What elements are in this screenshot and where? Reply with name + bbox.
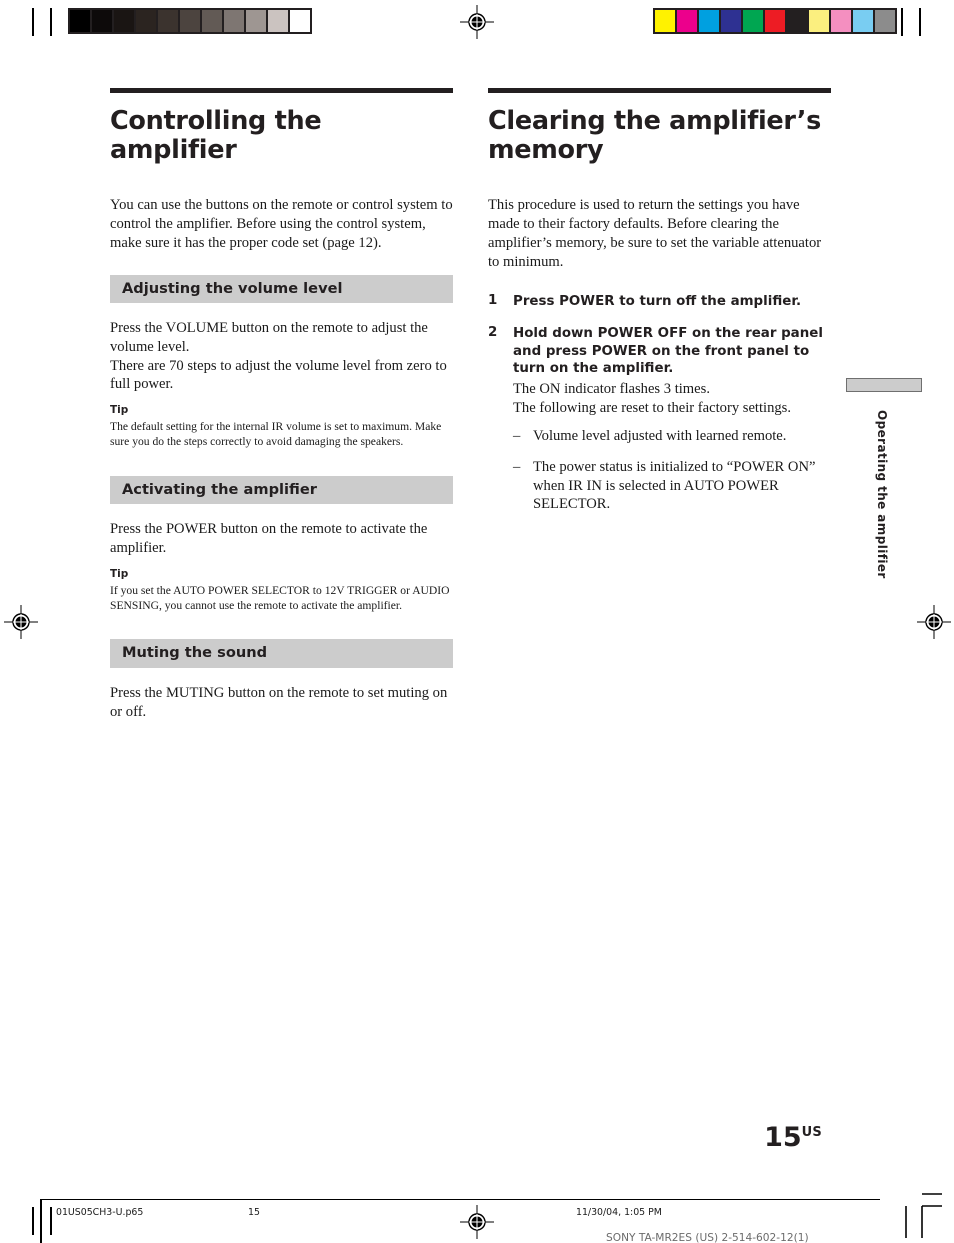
calibration-patch <box>70 10 90 32</box>
list-item-label: The power status is initialized to “POWE… <box>533 459 816 513</box>
page-number-value: 15 <box>764 1122 802 1153</box>
title-rule-right <box>488 88 831 93</box>
registration-target-bottom <box>460 1205 494 1239</box>
calibration-patch <box>268 10 288 32</box>
calibration-patch <box>180 10 200 32</box>
calibration-patch <box>158 10 178 32</box>
list-item-label: Volume level adjusted with learned remot… <box>533 428 787 445</box>
calibration-patch <box>202 10 222 32</box>
footer-file-name: 01US05CH3-U.p65 <box>56 1207 144 1218</box>
registration-target-left <box>4 605 38 639</box>
registration-target-top <box>460 5 494 39</box>
dash-bullet-icon: – <box>513 459 521 476</box>
calibration-patch <box>853 10 873 32</box>
crop-tick-top-right-inner <box>901 8 903 36</box>
list-item: – The power status is initialized to “PO… <box>513 458 831 514</box>
procedure-step: 1 Press POWER to turn off the amplifier. <box>488 293 831 311</box>
tip-body-activating: If you set the AUTO POWER SELECTOR to 12… <box>110 583 450 612</box>
step-number: 1 <box>488 293 498 309</box>
calibration-patch <box>765 10 785 32</box>
left-column: Controlling the amplifier You can use th… <box>110 88 453 743</box>
crop-tick-top-left-inner <box>50 8 52 36</box>
right-column: Clearing the amplifier’s memory This pro… <box>488 88 831 528</box>
page-title-controlling: Controlling the amplifier <box>110 106 322 165</box>
crop-tick-top-left-outer <box>32 8 34 36</box>
tip-label-volume: Tip <box>110 404 129 417</box>
tip-label-activating: Tip <box>110 567 129 580</box>
footer-model-line: SONY TA-MR2ES (US) 2-514-602-12(1) <box>606 1232 809 1243</box>
title-rule-left <box>110 88 453 93</box>
section-body-activating: Press the POWER button on the remote to … <box>110 521 428 557</box>
calibration-patch <box>655 10 675 32</box>
side-tab: Operating the amplifier <box>846 378 922 579</box>
calibration-patch <box>831 10 851 32</box>
footer-timestamp: 11/30/04, 1:05 PM <box>576 1207 662 1218</box>
calibration-patch <box>92 10 112 32</box>
footer-rule-top <box>40 1199 880 1200</box>
calibration-patch <box>290 10 310 32</box>
page-number: 15US <box>700 1122 822 1153</box>
registration-target-right <box>917 605 951 639</box>
list-item: – Volume level adjusted with learned rem… <box>513 427 831 446</box>
calibration-patch <box>246 10 266 32</box>
step-number: 2 <box>488 325 498 341</box>
dash-bullet-icon: – <box>513 428 521 445</box>
footer-page-label: 15 <box>248 1207 260 1218</box>
calibration-patch <box>699 10 719 32</box>
section-body-muting: Press the MUTING button on the remote to… <box>110 684 448 720</box>
section-body-volume: Press the VOLUME button on the remote to… <box>110 320 447 393</box>
procedure-step: 2 Hold down POWER OFF on the rear panel … <box>488 325 831 514</box>
section-heading-volume: Adjusting the volume level <box>110 274 453 304</box>
calibration-patch <box>136 10 156 32</box>
page-title-clearing: Clearing the amplifier’s memory <box>488 106 822 165</box>
calibration-patch <box>677 10 697 32</box>
intro-paragraph-left: You can use the buttons on the remote or… <box>110 197 453 251</box>
step-detail: The ON indicator flashes 3 times. The fol… <box>513 381 792 416</box>
calibration-patch <box>743 10 763 32</box>
crop-tick-top-right-outer <box>919 8 921 36</box>
page-number-suffix: US <box>801 1125 822 1140</box>
calibration-patch <box>809 10 829 32</box>
side-tab-bar <box>846 378 922 392</box>
reset-items-list: – Volume level adjusted with learned rem… <box>513 427 831 514</box>
section-heading-activating: Activating the amplifier <box>110 475 453 505</box>
document-page: Controlling the amplifier You can use th… <box>0 0 954 1243</box>
step-heading: Hold down POWER OFF on the rear panel an… <box>513 326 823 377</box>
procedure-steps: 1 Press POWER to turn off the amplifier.… <box>488 293 831 514</box>
crop-tick-bottom-left-outer <box>32 1207 34 1235</box>
crop-corner-bottom-right <box>905 1193 942 1238</box>
step-heading: Press POWER to turn off the amplifier. <box>513 294 802 310</box>
intro-paragraph-right: This procedure is used to return the set… <box>488 197 822 270</box>
calibration-patch <box>875 10 895 32</box>
footer-rule-left <box>40 1199 42 1243</box>
calibration-patch <box>721 10 741 32</box>
section-heading-muting: Muting the sound <box>110 639 453 668</box>
grayscale-calibration-strip <box>68 8 312 34</box>
tip-body-volume: The default setting for the internal IR … <box>110 419 442 449</box>
calibration-patch <box>224 10 244 32</box>
calibration-patch <box>114 10 134 32</box>
side-tab-label: Operating the amplifier <box>875 410 889 579</box>
crop-tick-bottom-left-inner <box>50 1207 52 1235</box>
color-calibration-strip <box>653 8 897 34</box>
calibration-patch <box>787 10 807 32</box>
